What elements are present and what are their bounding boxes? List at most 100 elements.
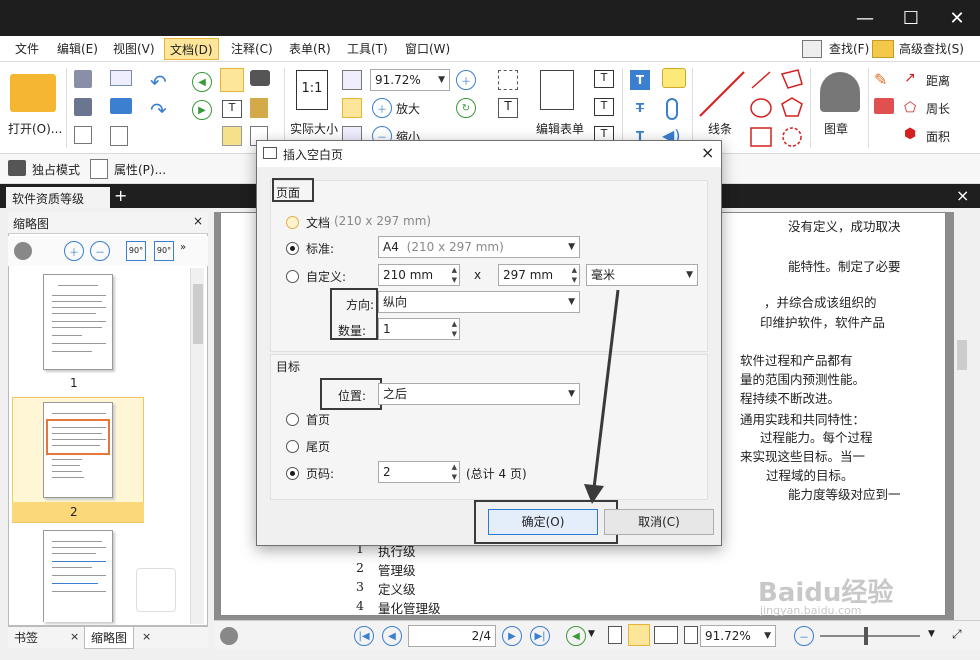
position-select[interactable]: 之后 ▼ bbox=[378, 383, 580, 405]
line-icon[interactable] bbox=[698, 70, 746, 118]
stepper-up-icon[interactable]: ▲ bbox=[452, 320, 457, 328]
thumbnail-page-3[interactable] bbox=[43, 530, 113, 622]
add-tab-button[interactable]: + bbox=[114, 186, 127, 205]
stepper-down-icon[interactable]: ▼ bbox=[572, 276, 577, 284]
zoom-in-icon[interactable]: ＋ bbox=[372, 98, 392, 118]
zoom-in-circle-icon[interactable]: ＋ bbox=[456, 70, 476, 90]
continuous-page-icon[interactable] bbox=[628, 624, 650, 646]
tab-thumbnails[interactable]: 缩略图 bbox=[84, 627, 135, 649]
settings-gear-icon[interactable] bbox=[220, 627, 238, 645]
standard-size-select[interactable]: A4 (210 x 297 mm) ▼ bbox=[378, 236, 580, 258]
find-button[interactable]: 查找(F) bbox=[824, 38, 874, 60]
distance-icon[interactable]: ↗ bbox=[904, 70, 916, 86]
page-num-label[interactable]: 页码: bbox=[306, 465, 334, 482]
stepper-down-icon[interactable]: ▼ bbox=[452, 473, 457, 481]
strikeout-icon[interactable]: T bbox=[630, 98, 650, 118]
area-icon[interactable]: ⬢ bbox=[904, 126, 916, 142]
tab-bookmarks[interactable]: 书签 bbox=[8, 627, 44, 649]
menu-file[interactable]: 文件 bbox=[10, 38, 44, 60]
thumbnail-scrollbar[interactable] bbox=[190, 268, 204, 624]
width-stepper[interactable]: 210 mm ▲ ▼ bbox=[378, 264, 460, 286]
orientation-select[interactable]: 纵向 ▼ bbox=[378, 291, 580, 313]
annotation-list-icon[interactable] bbox=[222, 126, 242, 146]
standard-label[interactable]: 标准: bbox=[306, 240, 334, 257]
properties-button[interactable]: 属性(P)... bbox=[114, 161, 166, 178]
prev-page-icon[interactable]: ◀ bbox=[382, 626, 402, 646]
menu-view[interactable]: 视图(V) bbox=[108, 38, 160, 60]
sticky-note-icon[interactable] bbox=[662, 68, 686, 88]
select-objects-icon[interactable] bbox=[498, 70, 518, 90]
snapshot-icon[interactable] bbox=[250, 70, 270, 86]
menu-comment[interactable]: 注释(C) bbox=[226, 38, 278, 60]
rotate-left-icon[interactable]: 90° bbox=[126, 241, 146, 261]
radio-last-page[interactable] bbox=[286, 440, 299, 453]
fit-page-icon[interactable] bbox=[342, 70, 362, 90]
select-text-icon[interactable]: T bbox=[222, 100, 242, 118]
chevron-down-icon[interactable]: ▼ bbox=[928, 629, 935, 639]
last-page-icon[interactable]: ▶| bbox=[530, 626, 550, 646]
save-icon[interactable] bbox=[74, 70, 92, 88]
rotate-icon[interactable]: ↻ bbox=[456, 98, 476, 118]
last-page-label[interactable]: 尾页 bbox=[306, 438, 330, 455]
status-zoom-combo[interactable]: 91.72% ▼ bbox=[700, 625, 776, 647]
close-icon[interactable]: ✕ bbox=[934, 0, 980, 36]
minimize-icon[interactable]: — bbox=[842, 0, 888, 36]
menu-window[interactable]: 窗口(W) bbox=[400, 38, 455, 60]
stamp-label[interactable]: 图章 bbox=[824, 120, 848, 137]
menu-document[interactable]: 文档(D) bbox=[164, 38, 219, 60]
zoom-slider-track[interactable] bbox=[820, 635, 920, 637]
edit-form-label[interactable]: 编辑表单 bbox=[536, 120, 584, 137]
thumbnail-page-2[interactable] bbox=[43, 402, 113, 498]
eraser-icon[interactable] bbox=[874, 98, 894, 114]
history-back-icon[interactable]: ◀ bbox=[566, 626, 586, 646]
menu-tools[interactable]: 工具(T) bbox=[342, 38, 393, 60]
close-icon[interactable]: × bbox=[142, 630, 151, 643]
distance-label[interactable]: 距离 bbox=[926, 72, 950, 89]
expand-icon[interactable]: ⤢ bbox=[952, 627, 962, 642]
stepper-up-icon[interactable]: ▲ bbox=[452, 266, 457, 274]
stepper-up-icon[interactable]: ▲ bbox=[452, 463, 457, 471]
forward-icon[interactable]: ▶ bbox=[192, 100, 212, 120]
document-scrollbar[interactable] bbox=[954, 212, 970, 620]
settings-gear-icon[interactable] bbox=[14, 242, 32, 260]
close-icon[interactable]: × bbox=[70, 630, 79, 643]
shapes-icons[interactable] bbox=[748, 68, 808, 152]
radio-page-number[interactable] bbox=[286, 467, 299, 480]
stepper-down-icon[interactable]: ▼ bbox=[452, 276, 457, 284]
height-stepper[interactable]: 297 mm ▲ ▼ bbox=[498, 264, 580, 286]
radio-document-size[interactable] bbox=[286, 216, 299, 229]
radio-first-page[interactable] bbox=[286, 413, 299, 426]
actual-size-label[interactable]: 实际大小 bbox=[290, 120, 338, 137]
doc-size-label[interactable]: 文档 bbox=[306, 214, 330, 231]
next-page-icon[interactable]: ▶ bbox=[502, 626, 522, 646]
actual-size-icon[interactable]: 1:1 bbox=[296, 70, 328, 110]
thumbnail-panel-close[interactable]: × bbox=[193, 214, 203, 228]
attachment-icon[interactable] bbox=[666, 98, 678, 120]
thumbnail-enlarge-icon[interactable]: ＋ bbox=[64, 241, 84, 261]
chevron-down-icon[interactable]: ▼ bbox=[588, 629, 595, 639]
menu-form[interactable]: 表单(R) bbox=[284, 38, 336, 60]
stepper-down-icon[interactable]: ▼ bbox=[452, 330, 457, 338]
document-tab[interactable]: 软件资质等级 bbox=[6, 187, 110, 208]
exclusive-mode-button[interactable]: 独占模式 bbox=[32, 161, 80, 178]
zoom-combo[interactable]: 91.72% ▼ bbox=[370, 69, 450, 91]
pencil-icon[interactable]: ✎ bbox=[874, 70, 894, 89]
dialog-close-button[interactable]: × bbox=[701, 143, 714, 162]
close-tab-button[interactable]: × bbox=[956, 186, 969, 205]
typewriter-icon[interactable]: T bbox=[630, 70, 650, 90]
perimeter-icon[interactable]: ⬠ bbox=[904, 100, 916, 116]
first-page-label[interactable]: 首页 bbox=[306, 411, 330, 428]
clipboard-icon[interactable] bbox=[250, 98, 268, 118]
thumbnail-scroll-thumb[interactable] bbox=[193, 284, 203, 344]
scan-icon[interactable] bbox=[110, 98, 132, 114]
undo-icon[interactable]: ↶ bbox=[150, 70, 167, 94]
area-label[interactable]: 面积 bbox=[926, 128, 950, 145]
facing-page-icon[interactable] bbox=[654, 626, 678, 644]
open-folder-icon[interactable] bbox=[10, 74, 56, 112]
more-chevron-icon[interactable]: » bbox=[180, 242, 186, 253]
stamp-icon[interactable] bbox=[820, 72, 860, 112]
open-button-label[interactable]: 打开(O)... bbox=[8, 120, 62, 137]
redo-icon[interactable]: ↷ bbox=[150, 98, 167, 122]
ok-button[interactable]: 确定(O) bbox=[488, 509, 598, 535]
edit-form-icon[interactable] bbox=[540, 70, 574, 110]
